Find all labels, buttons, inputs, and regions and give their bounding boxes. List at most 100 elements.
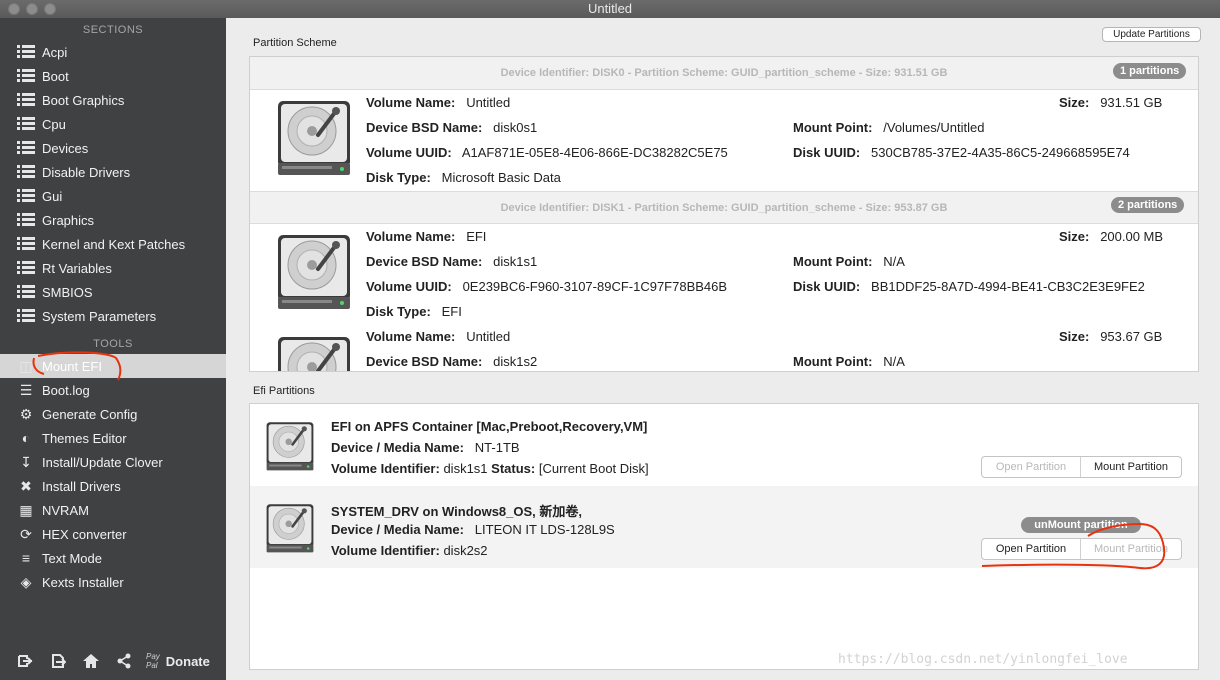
sidebar-item-label: Themes Editor bbox=[42, 430, 127, 446]
paypal-logo: Pay Pal bbox=[146, 652, 160, 670]
sidebar-item-gui[interactable]: Gui bbox=[0, 184, 226, 208]
share-icon[interactable] bbox=[107, 646, 140, 676]
size-field: Size: 953.67 GB bbox=[1059, 329, 1163, 344]
list-icon bbox=[16, 68, 36, 84]
sidebar-item-text-mode[interactable]: ≡ Text Mode bbox=[0, 546, 226, 570]
disk-uuid-field: Disk UUID: BB1DDF25-8A7D-4994-BE41-CB3C2… bbox=[793, 279, 1145, 294]
annotation-underline bbox=[981, 522, 1166, 570]
bsd-name-field: Device BSD Name: disk1s1 bbox=[366, 254, 538, 269]
sidebar-item-kernel-and-kext-patches[interactable]: Kernel and Kext Patches bbox=[0, 232, 226, 256]
sidebar-item-label: Graphics bbox=[42, 212, 95, 228]
sidebar: SECTIONS Acpi Boot Boot Graphics Cpu Devices… bbox=[0, 18, 226, 680]
text-lines-icon: ≡ bbox=[21, 550, 31, 566]
sidebar-item-label: SMBIOS bbox=[42, 284, 93, 300]
bsd-name-field: Device BSD Name: disk0s1 bbox=[366, 120, 538, 135]
hard-drive-icon bbox=[264, 503, 316, 558]
hard-drive-icon bbox=[274, 335, 354, 371]
partition-scheme-label: Partition Scheme bbox=[253, 37, 337, 49]
sidebar-item-label: NVRAM bbox=[42, 502, 89, 518]
device-media-field: Device / Media Name: NT-1TB bbox=[331, 440, 520, 455]
list-icon bbox=[16, 284, 36, 300]
sidebar-item-label: Kernel and Kext Patches bbox=[42, 236, 186, 252]
disk-header: Device Identifier: DISK1 - Partition Sch… bbox=[250, 191, 1198, 224]
volume-name-field: Volume Name: Untitled bbox=[366, 329, 511, 344]
log-search-icon: ☰ bbox=[19, 381, 33, 398]
sidebar-item-install-drivers[interactable]: ✖ Install Drivers bbox=[0, 474, 226, 498]
sidebar-item-graphics[interactable]: Graphics bbox=[0, 208, 226, 232]
sidebar-item-cpu[interactable]: Cpu bbox=[0, 112, 226, 136]
update-partitions-button[interactable]: Update Partitions bbox=[1102, 27, 1201, 42]
volume-identifier-field: Volume Identifier: disk1s1 Status: [Curr… bbox=[331, 461, 649, 476]
sidebar-item-nvram[interactable]: ▦ NVRAM bbox=[0, 498, 226, 522]
mount-partition-button[interactable]: Mount Partition bbox=[1081, 457, 1181, 477]
sidebar-item-label: Boot bbox=[42, 68, 69, 84]
volume-row[interactable]: Volume Name: Untitled Size: 953.67 GB De… bbox=[250, 325, 1198, 371]
mount-point-field: Mount Point: /Volumes/Untitled bbox=[793, 120, 985, 135]
volume-identifier-field: Volume Identifier: disk2s2 bbox=[331, 543, 488, 558]
sidebar-item-devices[interactable]: Devices bbox=[0, 136, 226, 160]
disk-type-field: Disk Type: EFI bbox=[366, 304, 462, 319]
sidebar-item-label: HEX converter bbox=[42, 526, 127, 542]
tools-icon: ✖ bbox=[20, 477, 32, 494]
main-panel: Partition Scheme Update Partitions Devic… bbox=[226, 18, 1220, 680]
watermark: https://blog.csdn.net/yinlongfei_love bbox=[838, 652, 1128, 667]
sidebar-item-install-update-clover[interactable]: ↧ Install/Update Clover bbox=[0, 450, 226, 474]
minimize-window-button[interactable] bbox=[26, 3, 38, 15]
list-icon bbox=[16, 44, 36, 60]
sidebar-item-rt-variables[interactable]: Rt Variables bbox=[0, 256, 226, 280]
volume-row[interactable]: Volume Name: EFI Size: 200.00 MB Device … bbox=[250, 225, 1198, 325]
sidebar-item-generate-config[interactable]: ⚙ Generate Config bbox=[0, 402, 226, 426]
bsd-name-field: Device BSD Name: disk1s2 bbox=[366, 354, 538, 369]
home-icon[interactable] bbox=[74, 646, 107, 676]
zoom-window-button[interactable] bbox=[44, 3, 56, 15]
hard-drive-icon bbox=[264, 421, 316, 476]
list-icon bbox=[16, 164, 36, 180]
sidebar-item-label: Devices bbox=[42, 140, 89, 156]
sidebar-item-label: Gui bbox=[42, 188, 63, 204]
sidebar-item-system-parameters[interactable]: System Parameters bbox=[0, 304, 226, 328]
list-icon bbox=[16, 260, 36, 276]
open-partition-button[interactable]: Open Partition bbox=[982, 457, 1080, 477]
list-icon bbox=[16, 116, 36, 132]
sidebar-item-label: Disable Drivers bbox=[42, 164, 131, 180]
sidebar-item-hex-converter[interactable]: ⟳ HEX converter bbox=[0, 522, 226, 546]
efi-partition-row[interactable]: EFI on APFS Container [Mac,Preboot,Recov… bbox=[250, 404, 1198, 486]
mount-point-field: Mount Point: N/A bbox=[793, 354, 905, 369]
download-icon: ↧ bbox=[20, 453, 32, 470]
sidebar-item-label: Kexts Installer bbox=[42, 574, 124, 590]
volume-name-field: Volume Name: Untitled bbox=[366, 95, 511, 110]
sidebar-item-smbios[interactable]: SMBIOS bbox=[0, 280, 226, 304]
chip-icon: ▦ bbox=[19, 501, 33, 518]
refresh-icon: ⟳ bbox=[20, 525, 32, 542]
size-field: Size: 200.00 MB bbox=[1059, 229, 1164, 244]
donate-button[interactable]: Donate bbox=[166, 654, 210, 669]
gears-icon: ⚙ bbox=[19, 405, 33, 422]
partition-scheme-list[interactable]: Device Identifier: DISK0 - Partition Sch… bbox=[249, 56, 1199, 372]
hard-drive-icon bbox=[274, 99, 354, 182]
sidebar-item-label: Cpu bbox=[42, 116, 66, 132]
sidebar-item-disable-drivers[interactable]: Disable Drivers bbox=[0, 160, 226, 184]
close-window-button[interactable] bbox=[8, 3, 20, 15]
sidebar-item-label: Acpi bbox=[42, 44, 68, 60]
import-icon[interactable] bbox=[8, 646, 41, 676]
disk-header: Device Identifier: DISK0 - Partition Sch… bbox=[250, 57, 1198, 90]
sections-heading: SECTIONS bbox=[82, 24, 144, 36]
sidebar-item-kexts-installer[interactable]: ◈ Kexts Installer bbox=[0, 570, 226, 594]
sidebar-item-label: System Parameters bbox=[42, 308, 157, 324]
sidebar-item-themes-editor[interactable]: ◐ Themes Editor bbox=[0, 426, 226, 450]
export-icon[interactable] bbox=[41, 646, 74, 676]
sidebar-item-boot-graphics[interactable]: Boot Graphics bbox=[0, 88, 226, 112]
list-icon bbox=[16, 188, 36, 204]
partition-action-buttons: Open Partition Mount Partition bbox=[981, 456, 1182, 478]
palette-icon: ◐ bbox=[21, 430, 31, 446]
sidebar-item-label: Text Mode bbox=[42, 550, 102, 566]
sidebar-item-acpi[interactable]: Acpi bbox=[0, 40, 226, 64]
sidebar-item-label: Rt Variables bbox=[42, 260, 112, 276]
volume-row[interactable]: Volume Name: Untitled Size: 931.51 GB De… bbox=[250, 91, 1198, 191]
sidebar-item-boot[interactable]: Boot bbox=[0, 64, 226, 88]
disk-uuid-field: Disk UUID: 530CB785-37E2-4A35-86C5-24966… bbox=[793, 145, 1130, 160]
list-icon bbox=[16, 92, 36, 108]
annotation-circle bbox=[32, 351, 122, 381]
efi-partition-title: SYSTEM_DRV on Windows8_OS, 新加卷, bbox=[331, 504, 583, 519]
sidebar-item-label: Boot.log bbox=[42, 382, 90, 398]
